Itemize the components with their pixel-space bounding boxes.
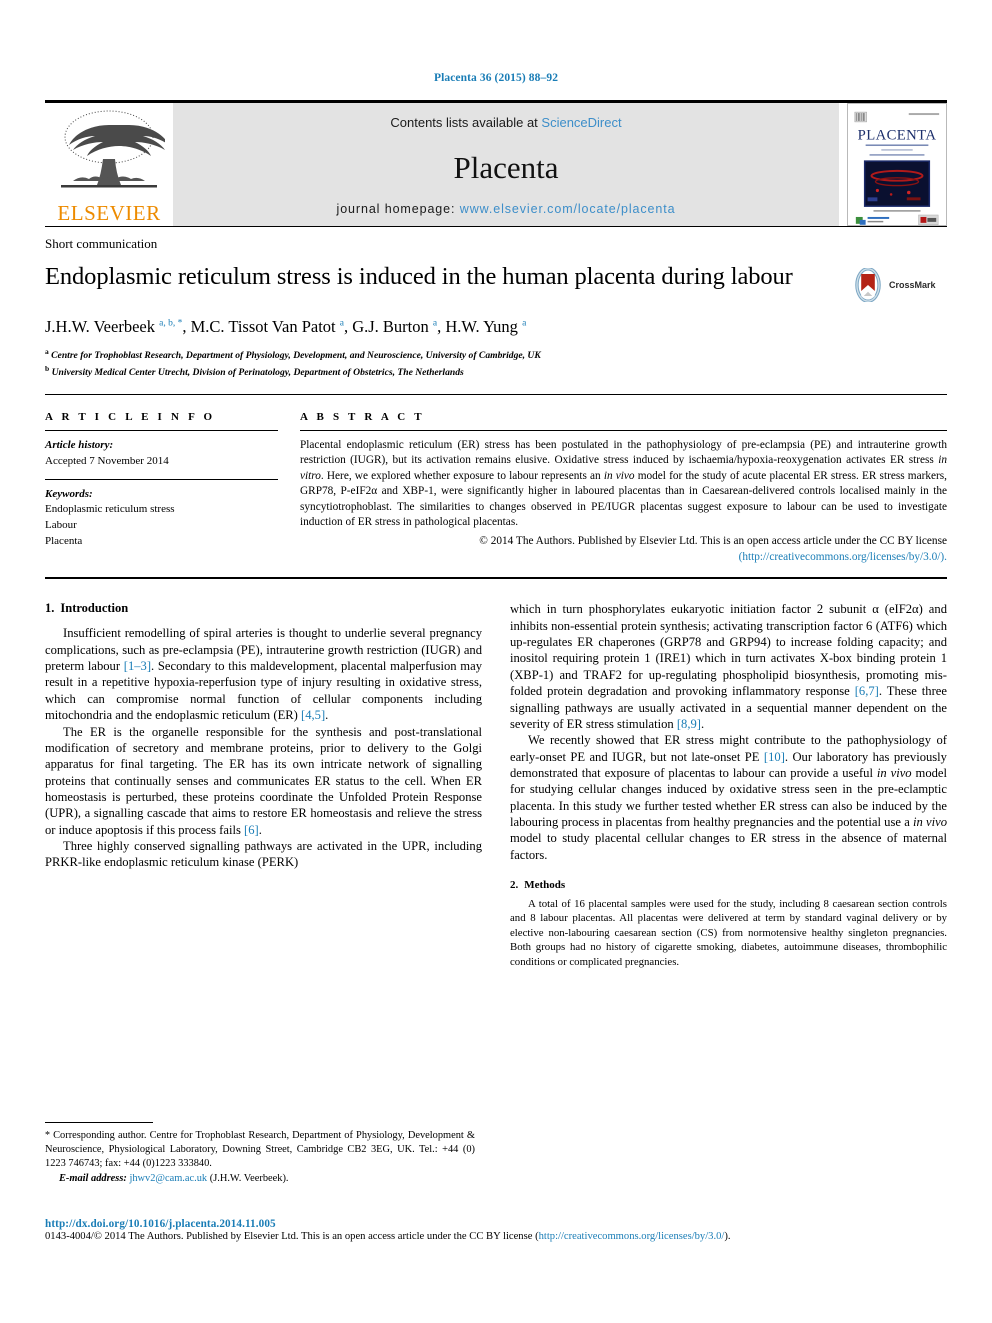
crossmark-badge[interactable]: CrossMark — [851, 252, 947, 302]
methods-section: 2. Methods A total of 16 placental sample… — [510, 879, 947, 969]
keywords-rule — [45, 478, 278, 480]
keyword-item: Labour — [45, 519, 77, 532]
paragraph: The ER is the organelle responsible for … — [45, 724, 482, 837]
elsevier-logo: ELSEVIER — [45, 103, 173, 226]
section-heading-methods: 2. Methods — [510, 879, 947, 891]
footnote-body: Corresponding author. Centre for Trophob… — [45, 1130, 475, 1170]
paragraph: Three highly conserved signalling pathwa… — [45, 839, 482, 870]
journal-banner: Contents lists available at ScienceDirec… — [173, 103, 839, 226]
footnote-marker: * — [45, 1130, 50, 1141]
left-column: 1. Introduction Insufficient remodelling … — [45, 601, 482, 969]
article-type: Short communication — [45, 236, 158, 251]
abstract-text: Placental endoplasmic reticulum (ER) str… — [300, 438, 947, 528]
section-heading-introduction: 1. Introduction — [45, 601, 482, 616]
affiliation-item: a Centre for Trophoblast Research, Depar… — [45, 347, 947, 363]
section-number: 1. — [45, 601, 55, 616]
info-abstract-block: A R T I C L E I N F O Article history: A… — [45, 395, 947, 566]
body-columns: 1. Introduction Insufficient remodelling … — [45, 601, 947, 969]
abstract-rule — [300, 429, 947, 431]
svg-text:PLACENTA: PLACENTA — [858, 128, 937, 144]
affiliation-item: b University Medical Center Utrecht, Div… — [45, 364, 947, 380]
contents-prefix: Contents lists available at — [390, 115, 542, 130]
keywords-block: Keywords: Endoplasmic reticulum stress L… — [45, 478, 278, 551]
abstract-copyright: © 2014 The Authors. Published by Elsevie… — [300, 534, 947, 565]
doi-link[interactable]: http://dx.doi.org/10.1016/j.placenta.201… — [45, 1218, 947, 1230]
article-info-heading: A R T I C L E I N F O — [45, 410, 216, 423]
footer-license-link[interactable]: http://creativecommons.org/licenses/by/3… — [539, 1231, 725, 1242]
contents-line: Contents lists available at ScienceDirec… — [390, 115, 621, 130]
journal-masthead: ELSEVIER Contents lists available at Sci… — [45, 100, 947, 226]
sciencedirect-link[interactable]: ScienceDirect — [541, 115, 621, 130]
keyword-item: Endoplasmic reticulum stress — [45, 503, 175, 516]
article-history-label: Article history: — [45, 438, 114, 451]
paragraph: A total of 16 placental samples were use… — [510, 898, 947, 968]
email-link[interactable]: jhwv2@cam.ac.uk — [129, 1173, 207, 1184]
abstract-bottom-rule — [45, 577, 947, 580]
journal-cover-thumbnail: PLACENTA — [847, 103, 947, 226]
license-link[interactable]: (http://creativecommons.org/licenses/by/… — [739, 551, 947, 563]
homepage-line: journal homepage: www.elsevier.com/locat… — [337, 202, 676, 216]
cover-art: PLACENTA — [848, 104, 946, 225]
crossmark-icon — [855, 268, 881, 302]
corresponding-author-footnote: * Corresponding author. Centre for Troph… — [45, 1122, 475, 1187]
footer-copyright: 0143-4004/© 2014 The Authors. Published … — [45, 1231, 947, 1242]
affiliation-marker: a — [45, 347, 49, 357]
paragraph: Insufficient remodelling of spiral arter… — [45, 626, 482, 723]
title-row: Endoplasmic reticulum stress is induced … — [45, 252, 947, 302]
affiliation-marker: b — [45, 363, 50, 373]
abstract-column: A B S T R A C T Placental endoplasmic re… — [300, 411, 947, 566]
elsevier-tree-icon — [61, 110, 165, 188]
right-column: which in turn phosphorylates eukaryotic … — [510, 601, 947, 969]
section-number: 2. — [510, 879, 519, 892]
keyword-item: Placenta — [45, 535, 83, 548]
section-title: Introduction — [60, 601, 129, 616]
paragraph: We recently showed that ER stress might … — [510, 733, 948, 862]
copyright-suffix: ). — [724, 1231, 731, 1242]
section-title: Methods — [524, 879, 566, 892]
info-rule — [45, 429, 278, 431]
copyright-line: © 2014 The Authors. Published by Elsevie… — [479, 535, 947, 548]
footnote-rule — [45, 1122, 153, 1123]
affiliation-list: a Centre for Trophoblast Research, Depar… — [45, 347, 947, 379]
elsevier-wordmark: ELSEVIER — [57, 201, 161, 225]
footnote-email-line: E-mail address: jhwv2@cam.ac.uk (J.H.W. … — [45, 1172, 475, 1186]
page-footer: http://dx.doi.org/10.1016/j.placenta.201… — [45, 1218, 947, 1242]
email-owner: (J.H.W. Veerbeek). — [209, 1173, 289, 1185]
article-page: Placenta 36 (2015) 88–92 ELSEVIER Conten… — [0, 0, 992, 1323]
homepage-prefix: journal homepage: — [336, 202, 460, 216]
affiliation-text: Centre for Trophoblast Research, Departm… — [51, 350, 541, 362]
paragraph: which in turn phosphorylates eukaryotic … — [510, 602, 947, 731]
abstract-heading: A B S T R A C T — [300, 410, 425, 423]
footnote-text: * Corresponding author. Centre for Troph… — [45, 1129, 475, 1187]
copyright-prefix: 0143-4004/© 2014 The Authors. Published … — [45, 1231, 539, 1242]
affiliation-text: University Medical Center Utrecht, Divis… — [51, 366, 464, 378]
article-history-value: Accepted 7 November 2014 — [45, 454, 169, 467]
journal-title: Placenta — [453, 149, 559, 185]
article-info-column: A R T I C L E I N F O Article history: A… — [45, 411, 300, 566]
running-head: Placenta 36 (2015) 88–92 — [433, 72, 559, 84]
author-list: J.H.W. Veerbeek a, b, *, M.C. Tissot Van… — [45, 317, 527, 336]
homepage-url-link[interactable]: www.elsevier.com/locate/placenta — [460, 202, 676, 216]
email-label: E-mail address: — [59, 1173, 127, 1185]
keywords-label: Keywords: — [45, 487, 93, 500]
crossmark-label: CrossMark — [889, 280, 936, 290]
page-title: Endoplasmic reticulum stress is induced … — [45, 263, 793, 290]
